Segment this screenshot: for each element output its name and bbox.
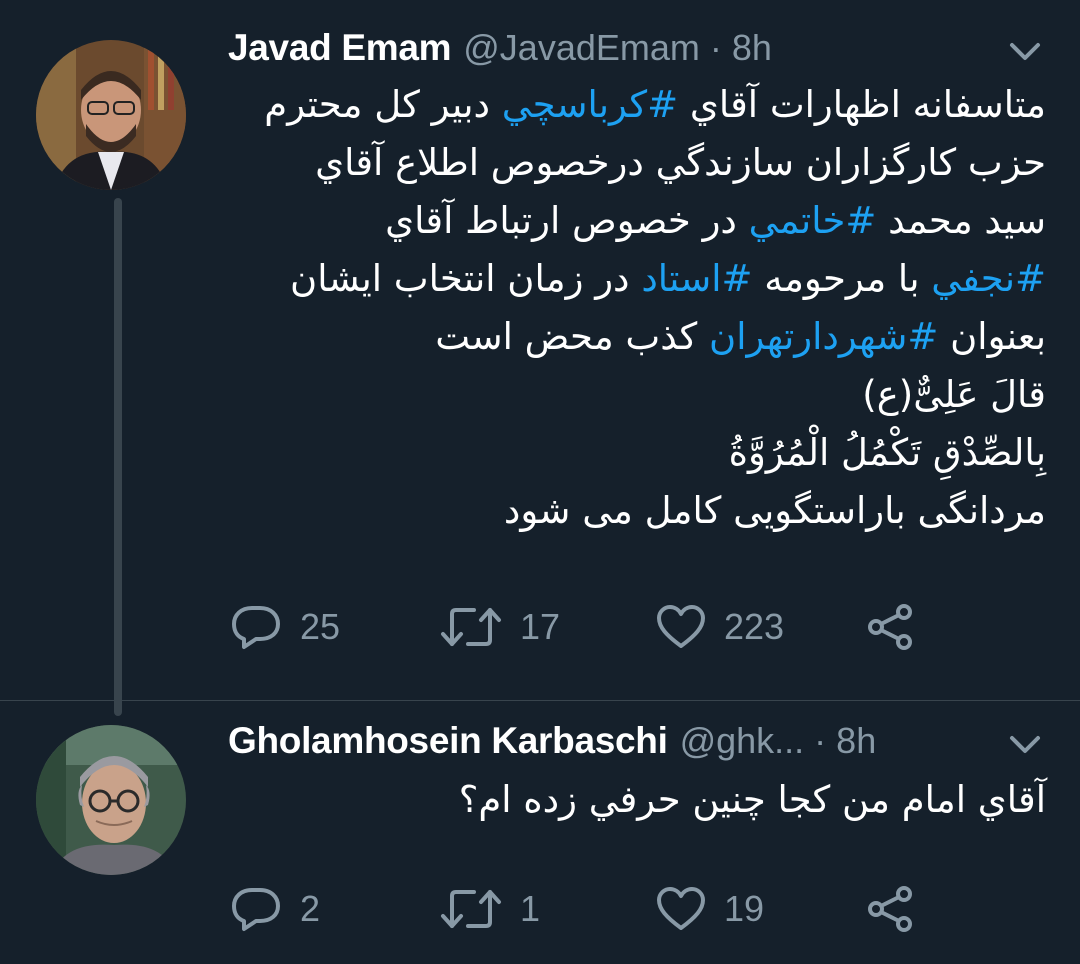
avatar-image — [36, 725, 186, 875]
avatar[interactable] — [36, 725, 186, 875]
tweet-header: Javad Emam @JavadEmam · 8h — [228, 20, 1040, 76]
tweet-text-line: حزب كارگزاران سازندگي درخصوص اطلاع آقاي — [228, 134, 1046, 192]
separator-dot: · — [709, 27, 722, 68]
text-segment: دبير كل محترم — [264, 83, 502, 126]
share-icon — [868, 604, 912, 650]
tweet-actions: 25 17 223 — [230, 597, 930, 657]
like-button[interactable]: 19 — [656, 879, 764, 939]
tweet-header: Gholamhosein Karbaschi @ghk... · 8h — [228, 713, 1040, 769]
like-count: 19 — [724, 888, 765, 929]
hashtag-link[interactable]: #خاتمي — [749, 199, 877, 242]
text-segment: در زمان انتخاب ايشان — [290, 257, 642, 300]
retweet-button[interactable]: 1 — [440, 879, 540, 939]
heart-icon — [657, 605, 705, 648]
hashtag-link[interactable]: #كرباسچي — [502, 83, 678, 126]
text-segment: قالَ عَلِیٌّ(ع) — [862, 373, 1046, 416]
hashtag-link[interactable]: #استاد — [641, 257, 752, 300]
chevron-down-icon[interactable] — [1008, 40, 1042, 64]
tweet-text-line: مردانگی باراستگویی کامل می شود — [228, 482, 1046, 540]
reply-button[interactable]: 25 — [230, 597, 340, 657]
heart-icon — [657, 887, 705, 930]
tweet-text-line: #نجفي با مرحومه #استاد در زمان انتخاب اي… — [228, 250, 1046, 308]
tweet-time[interactable]: 8h — [732, 27, 772, 69]
reply-icon — [232, 888, 280, 931]
hashtag-link[interactable]: #نجفي — [931, 257, 1046, 300]
tweet-text-line: بِالصِّدْقِ تَكْمُلُ الْمُرُوَّةُ — [228, 424, 1046, 482]
retweet-count: 17 — [520, 606, 561, 647]
author-handle[interactable]: @ghk... — [680, 720, 805, 762]
tweet-actions: 2 1 19 — [230, 879, 930, 939]
tweet-time[interactable]: 8h — [836, 720, 876, 762]
retweet-icon — [441, 608, 501, 646]
author-name[interactable]: Javad Emam — [228, 27, 452, 69]
reply-count: 2 — [300, 888, 321, 929]
avatar-image — [36, 40, 186, 190]
reply-count: 25 — [300, 606, 341, 647]
avatar[interactable] — [36, 40, 186, 190]
text-segment: مردانگی باراستگویی کامل می شود — [503, 489, 1046, 532]
thread-line — [114, 198, 122, 716]
like-button[interactable]: 223 — [656, 597, 784, 657]
tweet-text: متاسفانه اظهارات آقاي #كرباسچي دبير كل م… — [228, 76, 1046, 540]
like-count: 223 — [724, 606, 785, 647]
reply-button[interactable]: 2 — [230, 879, 320, 939]
tweet-text-line: متاسفانه اظهارات آقاي #كرباسچي دبير كل م… — [228, 76, 1046, 134]
text-segment: كذب محض است — [435, 315, 710, 358]
tweet-text-line: سيد محمد #خاتمي در خصوص ارتباط آقاي — [228, 192, 1046, 250]
text-segment: حزب كارگزاران سازندگي درخصوص اطلاع آقاي — [315, 141, 1046, 184]
chevron-down-icon[interactable] — [1008, 733, 1042, 757]
text-segment: با مرحومه — [752, 257, 932, 300]
tweet-gholamhosein-karbaschi[interactable]: Gholamhosein Karbaschi @ghk... · 8h آقاي… — [0, 701, 1080, 964]
text-segment: سيد محمد — [876, 199, 1046, 242]
author-name[interactable]: Gholamhosein Karbaschi — [228, 720, 668, 762]
text-segment: بعنوان — [938, 315, 1046, 358]
text-segment: بِالصِّدْقِ تَكْمُلُ الْمُرُوَّةُ — [728, 431, 1046, 474]
tweet-text-line: آقاي امام من كجا چنين حرفي زده ام؟ — [228, 771, 1046, 829]
author-handle[interactable]: @JavadEmam — [463, 27, 700, 69]
share-button[interactable] — [866, 597, 916, 657]
text-segment: متاسفانه اظهارات آقاي — [678, 83, 1046, 126]
share-button[interactable] — [866, 879, 916, 939]
text-segment: آقاي امام من كجا چنين حرفي زده ام؟ — [458, 778, 1046, 821]
tweet-text-line: قالَ عَلِیٌّ(ع) — [228, 366, 1046, 424]
reply-icon — [232, 606, 280, 649]
hashtag-link[interactable]: #شهردارتهران — [709, 315, 938, 358]
tweet-text-line: بعنوان #شهردارتهران كذب محض است — [228, 308, 1046, 366]
retweet-count: 1 — [520, 888, 541, 929]
tweet-text: آقاي امام من كجا چنين حرفي زده ام؟ — [228, 771, 1046, 829]
separator-dot: · — [814, 720, 827, 761]
share-icon — [868, 886, 912, 932]
text-segment: در خصوص ارتباط آقاي — [385, 199, 749, 242]
tweet-javad-emam[interactable]: Javad Emam @JavadEmam · 8h متاسفانه اظها… — [0, 0, 1080, 716]
retweet-icon — [441, 890, 501, 928]
retweet-button[interactable]: 17 — [440, 597, 560, 657]
